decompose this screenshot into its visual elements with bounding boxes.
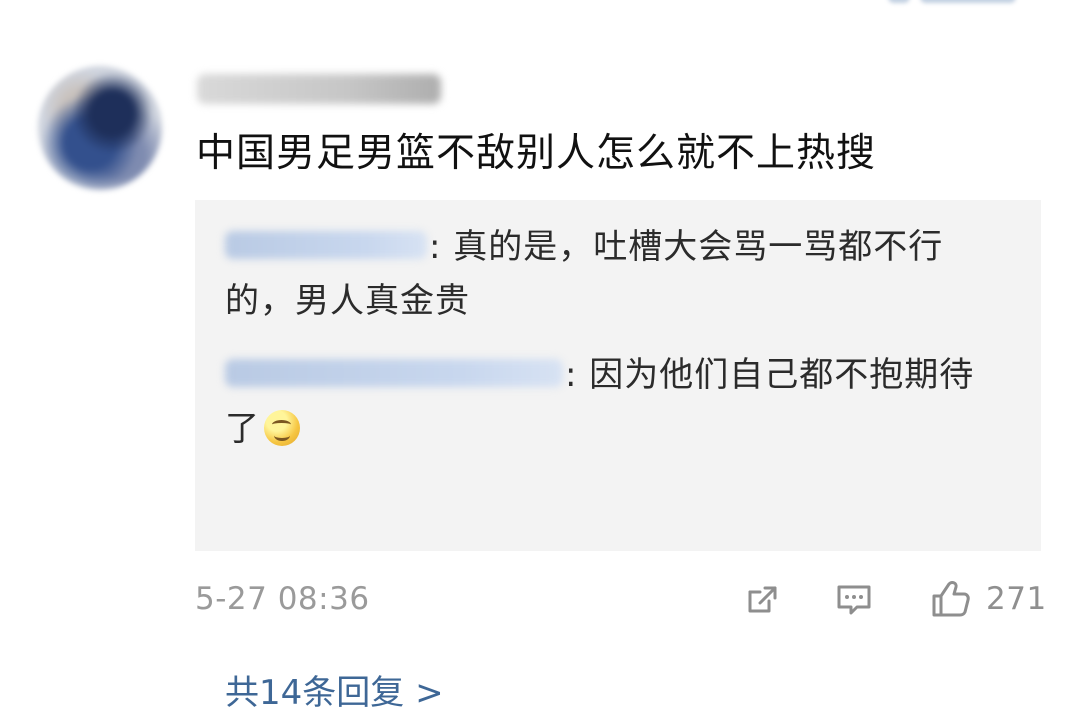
comment-icon[interactable] — [834, 579, 874, 619]
blurred-username[interactable] — [197, 74, 441, 104]
top-blurred-action-row — [888, 0, 1048, 4]
like-count: 271 — [986, 581, 1047, 617]
reply-thread: : 真的是，吐槽大会骂一骂都不行的，男人真金贵 : 因为他们自己都不抱期待了 共… — [195, 200, 1041, 713]
reply-item: : 因为他们自己都不抱期待了 — [225, 348, 1005, 456]
reply-item: : 真的是，吐槽大会骂一骂都不行的，男人真金贵 — [225, 220, 1005, 328]
like-icon[interactable] — [926, 576, 972, 622]
avatar[interactable] — [38, 66, 162, 190]
blurred-reply-author[interactable] — [225, 230, 427, 259]
blurred-icon — [888, 0, 910, 3]
smile-emoji-icon — [264, 409, 300, 446]
blurred-label — [920, 0, 1016, 3]
more-replies-link[interactable]: 共14条回复 > — [225, 672, 444, 714]
blurred-reply-author[interactable] — [225, 358, 563, 387]
share-icon[interactable] — [742, 579, 782, 619]
comment-text: 中国男足男篮不敌别人怎么就不上热搜 — [196, 131, 877, 176]
comment-timestamp: 5-27 08:36 — [195, 581, 370, 617]
